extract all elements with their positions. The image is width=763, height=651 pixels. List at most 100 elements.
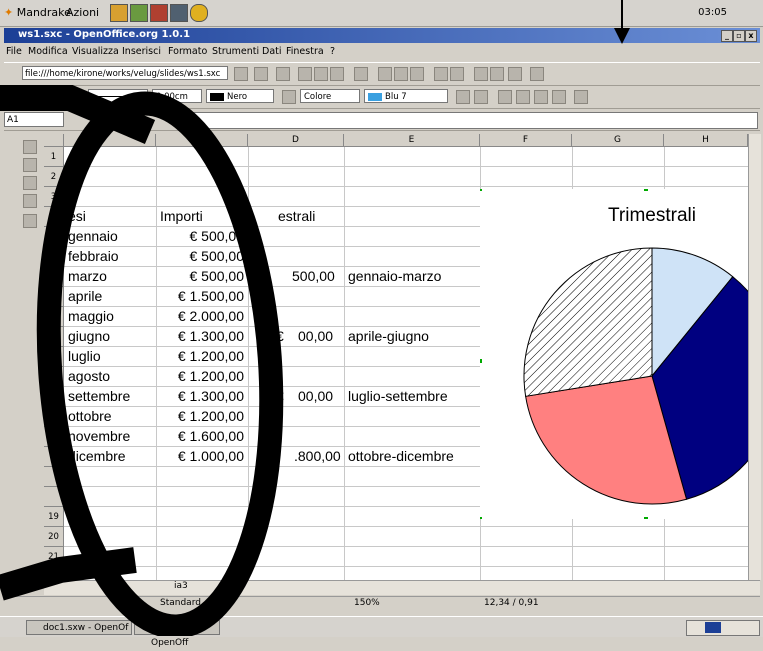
amount-cell[interactable]: € 1.200,00 (156, 408, 244, 424)
spellcheck-icon[interactable] (23, 214, 37, 228)
rotate-icon[interactable] (456, 90, 470, 104)
window-titlebar[interactable]: ws1.sxc - OpenOffice.org 1.0.1 _ ▫ x (4, 28, 760, 43)
form-icon[interactable] (23, 140, 37, 154)
launcher-icon[interactable] (150, 4, 168, 22)
menu-finestra[interactable]: Finestra (286, 46, 324, 57)
line-color-select[interactable]: Nero (206, 89, 274, 103)
align-icon[interactable] (552, 90, 566, 104)
month-cell[interactable]: febbraio (68, 248, 119, 264)
row-header[interactable] (44, 207, 64, 227)
hyperlink-icon[interactable] (508, 67, 522, 81)
amount-cell[interactable]: € 2.000,00 (156, 308, 244, 324)
send-to-back-icon[interactable] (516, 90, 530, 104)
arrow-style-icon[interactable] (52, 90, 66, 104)
line-style-icon[interactable] (24, 90, 38, 104)
gallery-icon[interactable] (530, 67, 544, 81)
quarter-value-cell[interactable]: 00,00 (298, 328, 333, 344)
menu-dati[interactable]: Dati (262, 46, 282, 57)
month-cell[interactable]: marzo (68, 268, 107, 284)
row-header[interactable] (44, 267, 64, 287)
month-cell[interactable]: maggio (68, 308, 114, 324)
selection-handle[interactable] (644, 517, 648, 519)
row-header[interactable]: 21 (44, 547, 64, 567)
month-cell[interactable]: giugno (68, 328, 110, 344)
row-header[interactable]: 10 (44, 327, 64, 347)
sheet-tab[interactable]: ia3 (174, 581, 188, 591)
header-cell-amount[interactable]: Importi (160, 208, 203, 224)
row-header[interactable]: 12 (44, 367, 64, 387)
maximize-button[interactable]: ▫ (733, 30, 745, 42)
dropdown-arrow-icon[interactable] (234, 67, 248, 81)
amount-cell[interactable]: € 1.000,00 (156, 448, 244, 464)
quarter-label-cell[interactable]: aprile-giugno (348, 328, 429, 344)
menu-strumenti[interactable]: Strumenti (212, 46, 259, 57)
amount-cell[interactable]: € 500,00 (156, 228, 245, 244)
selection-handle[interactable] (480, 517, 482, 519)
horizontal-scrollbar[interactable]: ia3 (44, 580, 760, 595)
column-header[interactable] (156, 134, 248, 147)
terminal-icon[interactable] (170, 4, 188, 22)
month-cell[interactable]: settembre (68, 388, 130, 404)
launcher-icon[interactable] (190, 4, 208, 22)
redo-icon[interactable] (450, 67, 464, 81)
stylist-icon[interactable] (490, 67, 504, 81)
mandrake-menu[interactable]: ✦ Mandrake (4, 6, 71, 19)
month-cell[interactable]: novembre (68, 428, 130, 444)
spreadsheet-grid[interactable]: D E F G H 1 2 3 10 11 12 13 19 20 21 22 esi Importi… (44, 134, 748, 580)
menu-modifica[interactable]: Modifica (28, 46, 68, 57)
row-header[interactable]: 13 (44, 387, 64, 407)
menu-help[interactable]: ? (330, 46, 335, 57)
row-header[interactable] (44, 307, 64, 327)
minimize-button[interactable]: _ (721, 30, 733, 42)
column-header-e[interactable]: E (344, 134, 480, 147)
pie-chart[interactable]: Trimestrali (480, 189, 748, 519)
chart-edit-icon[interactable] (574, 90, 588, 104)
quarter-value-cell[interactable]: .800,00 (294, 448, 341, 464)
copy-icon[interactable] (394, 67, 408, 81)
menu-formato[interactable]: Formato (168, 46, 207, 57)
vertical-scrollbar[interactable] (748, 134, 761, 580)
zoom-level[interactable]: 150% (354, 598, 380, 608)
selection-handle[interactable] (480, 359, 482, 363)
quarter-value-cell[interactable]: € (276, 388, 284, 404)
bring-to-front-icon[interactable] (498, 90, 512, 104)
line-style-select[interactable] (88, 89, 148, 103)
column-header-h[interactable]: H (664, 134, 748, 147)
month-cell[interactable]: gennaio (68, 228, 118, 244)
group-icon[interactable] (534, 90, 548, 104)
new-document-icon[interactable] (298, 67, 312, 81)
column-header-d[interactable]: D (248, 134, 344, 147)
row-header[interactable]: 19 (44, 507, 64, 527)
amount-cell[interactable]: € 1.300,00 (156, 388, 244, 404)
paste-icon[interactable] (410, 67, 424, 81)
area-fill-icon[interactable] (282, 90, 296, 104)
edit-file-icon[interactable] (276, 67, 290, 81)
anchor-icon[interactable] (474, 90, 488, 104)
header-cell-month[interactable]: esi (68, 208, 86, 224)
amount-cell[interactable]: € 1.600,00 (156, 428, 244, 444)
open-icon[interactable] (314, 67, 328, 81)
corner-cell[interactable] (44, 134, 64, 147)
area-style-select[interactable]: Colore (300, 89, 360, 103)
quarter-label-cell[interactable]: luglio-settembre (348, 388, 448, 404)
quarter-label-cell[interactable]: gennaio-marzo (348, 268, 441, 284)
formula-input[interactable] (182, 112, 758, 129)
month-cell[interactable]: dicembre (68, 448, 126, 464)
undo-icon[interactable] (434, 67, 448, 81)
stop-icon[interactable] (254, 67, 268, 81)
row-header[interactable]: 3 (44, 187, 64, 207)
quarter-label-cell[interactable]: ottobre-dicembre (348, 448, 454, 464)
month-cell[interactable]: agosto (68, 368, 110, 384)
amount-cell[interactable]: € 500,00 (156, 248, 245, 264)
amount-cell[interactable]: € 1.300,00 (156, 328, 244, 344)
row-header[interactable]: 2 (44, 167, 64, 187)
row-header[interactable] (44, 447, 64, 467)
amount-cell[interactable]: € 1.200,00 (156, 348, 244, 364)
menu-inserisci[interactable]: Inserisci (122, 46, 161, 57)
save-icon[interactable] (330, 67, 344, 81)
row-header[interactable]: 11 (44, 347, 64, 367)
selection-handle[interactable] (644, 189, 648, 191)
month-cell[interactable]: luglio (68, 348, 101, 364)
insert-cells-icon[interactable] (23, 158, 37, 172)
row-header[interactable] (44, 287, 64, 307)
